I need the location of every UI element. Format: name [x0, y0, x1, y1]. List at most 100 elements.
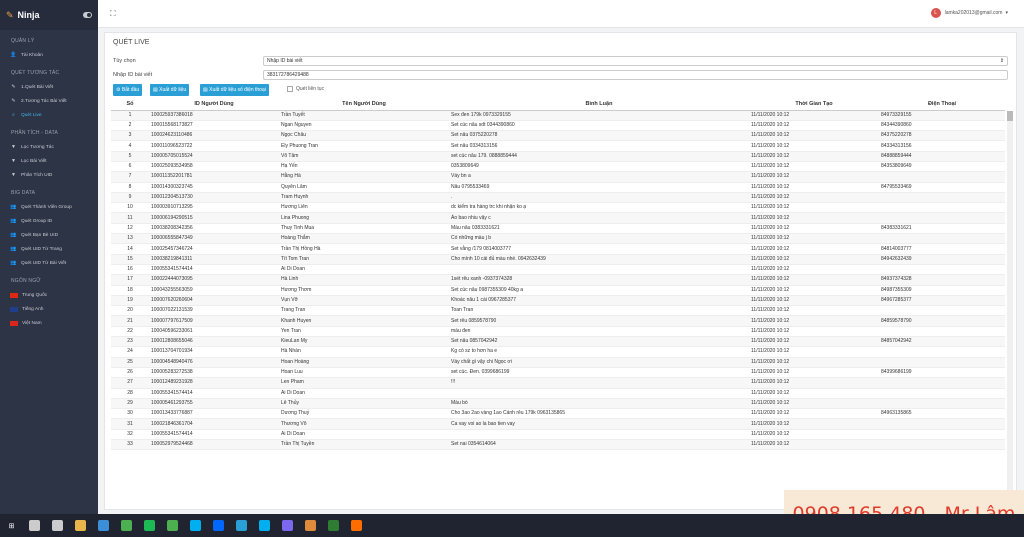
chrome-icon[interactable]: [121, 520, 132, 531]
table-row[interactable]: 14 100025457346724 Trần Thị Hồng Hà Set vằn…: [111, 243, 1005, 255]
column-header[interactable]: Điện Thoại: [879, 99, 1005, 111]
edit-icon: ✎: [11, 98, 16, 104]
chrome-icon[interactable]: [167, 520, 178, 531]
table-row[interactable]: 12 100038208342356 Thuy Tinh Mua Màu nâu 03…: [111, 223, 1005, 235]
table-row[interactable]: 10 100003910713295 Hương Liên dc kiểm tra h…: [111, 202, 1005, 214]
table-cell: Khoác nâu 1 cái 0967285377: [449, 295, 749, 307]
sidebar-item[interactable]: ✎ 2.Tương Tác Bài Viết: [0, 94, 98, 108]
table-row[interactable]: 18 100043255563059 Hương Thơm Set cúc nâu 0…: [111, 285, 1005, 296]
table-cell: 11/11/2020 10:12: [749, 202, 879, 214]
table-row[interactable]: 4 100011096523722 Ely Phuong Tran Set nâu 0…: [111, 140, 1005, 152]
scrollbar-thumb[interactable]: [1007, 111, 1013, 121]
table-cell: 11/11/2020 10:12: [749, 439, 879, 451]
table-row[interactable]: 21 100007797617509 Khanh Huyen Set rêu 0859…: [111, 315, 1005, 327]
sidebar-item[interactable]: 👥 Quét UID Từ Trang: [0, 242, 98, 256]
flag-uk-icon: [10, 306, 18, 312]
sidebar-item[interactable]: ▼ Lọc Bài Viết: [0, 154, 98, 168]
zalo-icon[interactable]: [213, 520, 224, 531]
search-icon[interactable]: [29, 520, 40, 531]
option-select[interactable]: Nhập ID bài viết ⇕: [263, 56, 1008, 66]
sidebar-item[interactable]: ▼ Lọc Tương Tác: [0, 140, 98, 154]
export-phone-button[interactable]: ▤ Xuất dữ liệu số điện thoại: [200, 84, 269, 96]
table-cell: 100005461293755: [149, 398, 279, 410]
app-icon[interactable]: [351, 520, 362, 531]
table-cell: 100038208342356: [149, 223, 279, 235]
users-icon: 👥: [10, 246, 17, 252]
table-row[interactable]: 5 100005705015524 Võ Tâm set cúc nâu 179. 0…: [111, 151, 1005, 162]
table-row[interactable]: 19 100007620260604 Vụn Vỡ Khoác nâu 1 cái 0…: [111, 295, 1005, 307]
table-row[interactable]: 27 100012489231928 Len Pham!!! 11/11/2020 1…: [111, 377, 1005, 389]
table-row[interactable]: 20 100007022131539 Trang Tran Toan Tran 11/1…: [111, 305, 1005, 317]
app-icon[interactable]: [282, 520, 293, 531]
skype-icon[interactable]: [190, 520, 201, 531]
sidebar-item[interactable]: ✎ 1.Quét Bài Viết: [0, 80, 98, 94]
table-row[interactable]: 29 100005461293755 Lê Thủy Màu bò 11/11/2020…: [111, 398, 1005, 410]
sidebar-section-title: PHÂN TÍCH - DATA: [11, 130, 59, 136]
terminal-icon[interactable]: [328, 520, 339, 531]
column-header[interactable]: Thời Gian Tạo: [749, 99, 879, 111]
table-cell: 11/11/2020 10:12: [749, 264, 879, 276]
sidebar-item[interactable]: Trung Quốc: [0, 288, 98, 302]
sidebar-item[interactable]: Tiếng Anh: [0, 302, 98, 316]
sidebar-item[interactable]: Việt Nam: [0, 316, 98, 330]
table-scrollbar[interactable]: [1007, 111, 1013, 501]
table-row[interactable]: 13 100006555847349 Hoàng Thắm Có những màu …: [111, 233, 1005, 245]
fullscreen-icon[interactable]: ⛶: [110, 9, 116, 19]
table-row[interactable]: 30 100013433776887 Dương Thuỷ Cho 3ao 2ao v…: [111, 408, 1005, 420]
app-icon[interactable]: [98, 520, 109, 531]
table-row[interactable]: 17 100022444073095 Hà Linh 1sét rêu xanh -0…: [111, 274, 1005, 286]
filter-icon: ▼: [11, 158, 16, 164]
spotify-icon[interactable]: [144, 520, 155, 531]
table-row[interactable]: 25 100004548940476 Hoan Hoàng Váy chất gì v…: [111, 357, 1005, 368]
app-icon[interactable]: [305, 520, 316, 531]
sidebar-item[interactable]: 👥 Quét Thành Viên Group: [0, 200, 98, 214]
table-cell: 29: [111, 398, 149, 410]
sidebar-item[interactable]: 👥 Quét Group ID: [0, 214, 98, 228]
sidebar-item[interactable]: 👤 Tài Khoản: [0, 48, 98, 62]
table-row[interactable]: 23 100012808655046 KieuLan My Set nâu 08570…: [111, 336, 1005, 348]
table-cell: [879, 171, 1005, 183]
table-cell: 11/11/2020 10:12: [749, 120, 879, 132]
skype-icon[interactable]: [259, 520, 270, 531]
table-row[interactable]: 6 100025093534958 Hạ Yến 0353809649 11/11/20…: [111, 161, 1005, 173]
column-header[interactable]: Số: [111, 99, 149, 111]
table-row[interactable]: 3 100024623110486 Ngọc Châu Set nâu 0375220…: [111, 130, 1005, 142]
app-icon[interactable]: [236, 520, 247, 531]
table-row[interactable]: 9 100012304513730 Tram Huynh. 11/11/2020 10…: [111, 192, 1005, 204]
table-row[interactable]: 16 100055341574414 Ai Di Doan 11/11/2020 10…: [111, 264, 1005, 276]
table-row[interactable]: 22 100040596233061 Yen Tran màu đen 11/11/20…: [111, 326, 1005, 338]
table-cell: 100004548940476: [149, 357, 279, 368]
sidebar-item[interactable]: ⌕ Quét Live: [0, 108, 98, 122]
task-view-icon[interactable]: [52, 520, 63, 531]
user-menu[interactable]: L lamka202013@gmail.com ▾: [930, 8, 1008, 18]
table-row[interactable]: 26 100005283272538 Hoan Luu set cúc. Đen. 0…: [111, 367, 1005, 379]
column-header[interactable]: Tên Người Dùng: [279, 99, 449, 111]
sidebar-item[interactable]: 👥 Quét Bạn Bè UID: [0, 228, 98, 242]
explorer-icon[interactable]: [75, 520, 86, 531]
column-header[interactable]: ID Người Dùng: [149, 99, 279, 111]
table-row[interactable]: 31 100021846361704 Thương Võ Ca vay voi ao …: [111, 418, 1005, 430]
table-row[interactable]: 7 100011352201781 Hằng Hà Váy bn a 11/11/202…: [111, 171, 1005, 183]
continuous-scan-checkbox[interactable]: Quét liên tục: [287, 86, 324, 92]
start-button[interactable]: ⚙ Bắt đầu: [113, 84, 143, 96]
table-row[interactable]: 24 100013704701934 Hà Nhàn Kg có sz to hơn …: [111, 346, 1005, 358]
windows-start-icon[interactable]: ⊞: [6, 520, 17, 531]
main-panel: QUÉT LIVE Tùy chọn Nhập ID bài viết ⇕ Nh…: [104, 32, 1017, 510]
checkbox-box[interactable]: [287, 86, 293, 92]
column-header[interactable]: Bình Luận: [449, 99, 749, 111]
table-row[interactable]: 11 100006194290515 Lina Phuong Áo bao nhiu …: [111, 212, 1005, 224]
table-row[interactable]: 15 100038219841311 Tít Tom Tran Cho mình 10…: [111, 254, 1005, 265]
table-cell: Toan Tran: [449, 305, 749, 317]
sidebar-toggle-icon[interactable]: [83, 12, 92, 18]
export-button[interactable]: ▤ Xuất dữ liệu: [150, 84, 190, 96]
sidebar-item[interactable]: 👥 Quét UID Từ Bài Viết: [0, 256, 98, 270]
table-cell: màu đen: [449, 326, 749, 338]
post-id-input[interactable]: 383172786429488: [263, 70, 1008, 80]
table-row[interactable]: 2 100015568173827 Ngan Nguyen Set cúc nâu s…: [111, 120, 1005, 132]
table-row[interactable]: 33 100052979524468 Trần Thị Tuyền Set nai 0…: [111, 439, 1005, 451]
table-row[interactable]: 8 100014300323745 Quyên Lâm Nâu 0795533469 1…: [111, 182, 1005, 193]
table-row[interactable]: 28 100055341574414 Ai Di Doan 11/11/2020 10…: [111, 388, 1005, 399]
table-row[interactable]: 1 100025937386018 Trần Tuyết Sex đen 179k 0…: [111, 110, 1005, 121]
table-row[interactable]: 32 100055341574414 Ai Di Doan 11/11/2020 10…: [111, 429, 1005, 441]
sidebar-item[interactable]: ▼ Phân Tích UID: [0, 168, 98, 182]
